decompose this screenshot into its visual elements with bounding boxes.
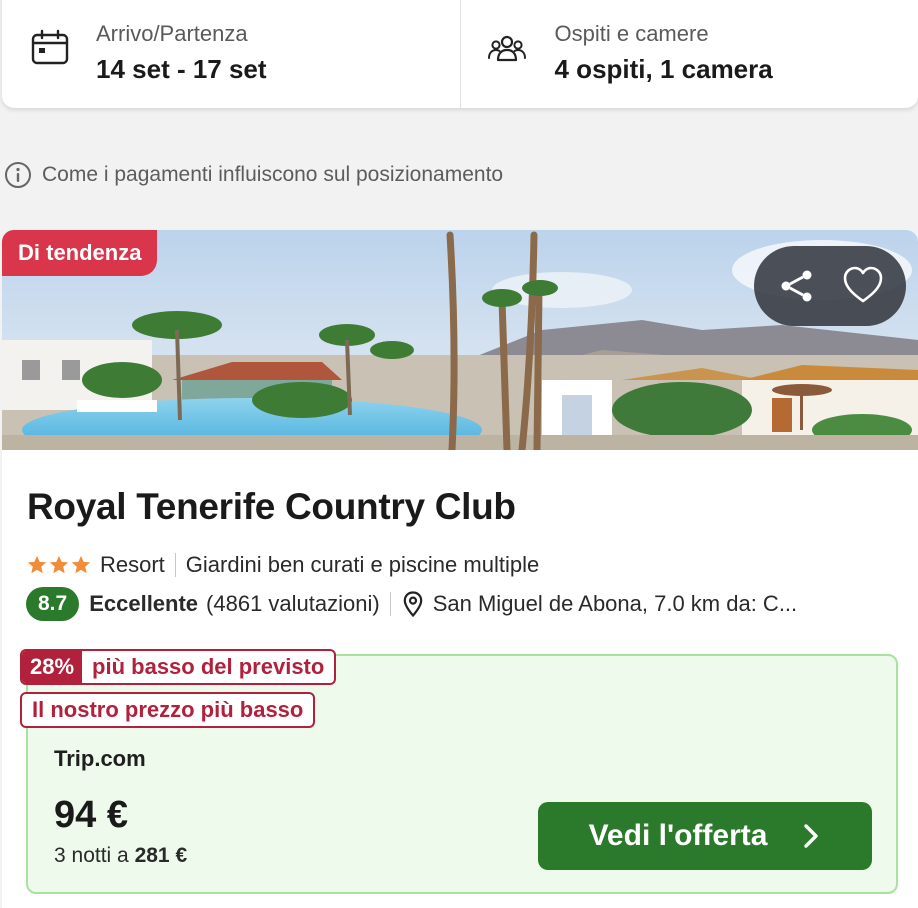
deal-text: più basso del previsto — [92, 654, 325, 679]
review-score: 8.7 — [26, 587, 80, 621]
deal-tag: 28% più basso del previsto — [20, 649, 337, 685]
dates-selector[interactable]: Arrivo/Partenza 14 set - 17 set — [2, 0, 460, 108]
divider — [389, 592, 391, 616]
total-prefix: 3 notti a — [54, 844, 129, 867]
review-count[interactable]: (4861 valutazioni) — [206, 591, 380, 617]
hotel-meta: Resort Giardini ben curati e piscine mul… — [26, 550, 539, 580]
heart-icon — [843, 266, 883, 303]
chevron-right-icon — [804, 824, 819, 848]
favorite-button[interactable] — [835, 258, 891, 314]
ranking-disclosure-link[interactable]: Come i pagamenti influiscono sul posizio… — [4, 160, 503, 190]
total-amount: 281 € — [134, 844, 188, 867]
dates-value: 14 set - 17 set — [96, 54, 267, 84]
search-summary-bar: Arrivo/Partenza 14 set - 17 set Ospiti e… — [2, 0, 918, 108]
star-icon — [71, 555, 91, 574]
star-rating — [26, 554, 92, 576]
map-pin-icon — [403, 591, 423, 617]
hotel-name[interactable]: Royal Tenerife Country Club — [27, 486, 516, 528]
offer-total: 3 notti a 281 € — [54, 844, 187, 868]
dates-label: Arrivo/Partenza — [96, 21, 248, 46]
guests-label: Ospiti e camere — [554, 21, 709, 46]
info-icon — [5, 162, 31, 188]
photo-actions — [754, 246, 906, 326]
guests-selector[interactable]: Ospiti e camere 4 ospiti, 1 camera — [459, 0, 918, 108]
share-icon — [781, 270, 812, 302]
view-deal-label: Vedi l'offerta — [588, 819, 768, 852]
offer-provider: Trip.com — [54, 746, 146, 771]
view-deal-button[interactable]: Vedi l'offerta — [538, 802, 872, 870]
hotel-highlight: Giardini ben curati e piscine multiple — [185, 552, 540, 577]
star-icon — [49, 555, 69, 574]
rating-row: 8.7 Eccellente (4861 valutazioni) San Mi… — [26, 586, 896, 622]
hotel-card[interactable]: Di tendenza Royal Tenerife Country Club … — [2, 230, 918, 908]
divider — [174, 553, 176, 577]
share-button[interactable] — [769, 258, 825, 314]
trending-badge: Di tendenza — [2, 230, 158, 276]
guests-value: 4 ospiti, 1 camera — [554, 54, 773, 84]
offer-price: 94 € — [54, 794, 128, 836]
star-icon — [27, 555, 47, 574]
hotel-location[interactable]: San Miguel de Abona, 7.0 km da: C... — [433, 591, 797, 617]
guests-icon — [487, 35, 526, 62]
hotel-type: Resort — [100, 552, 165, 577]
calendar-icon — [31, 29, 69, 65]
lowest-price-tag: Il nostro prezzo più basso — [20, 692, 316, 728]
rating-word: Eccellente — [89, 591, 199, 616]
disclosure-text: Come i pagamenti influiscono sul posizio… — [42, 163, 504, 186]
deal-percent: 28% — [22, 651, 83, 683]
